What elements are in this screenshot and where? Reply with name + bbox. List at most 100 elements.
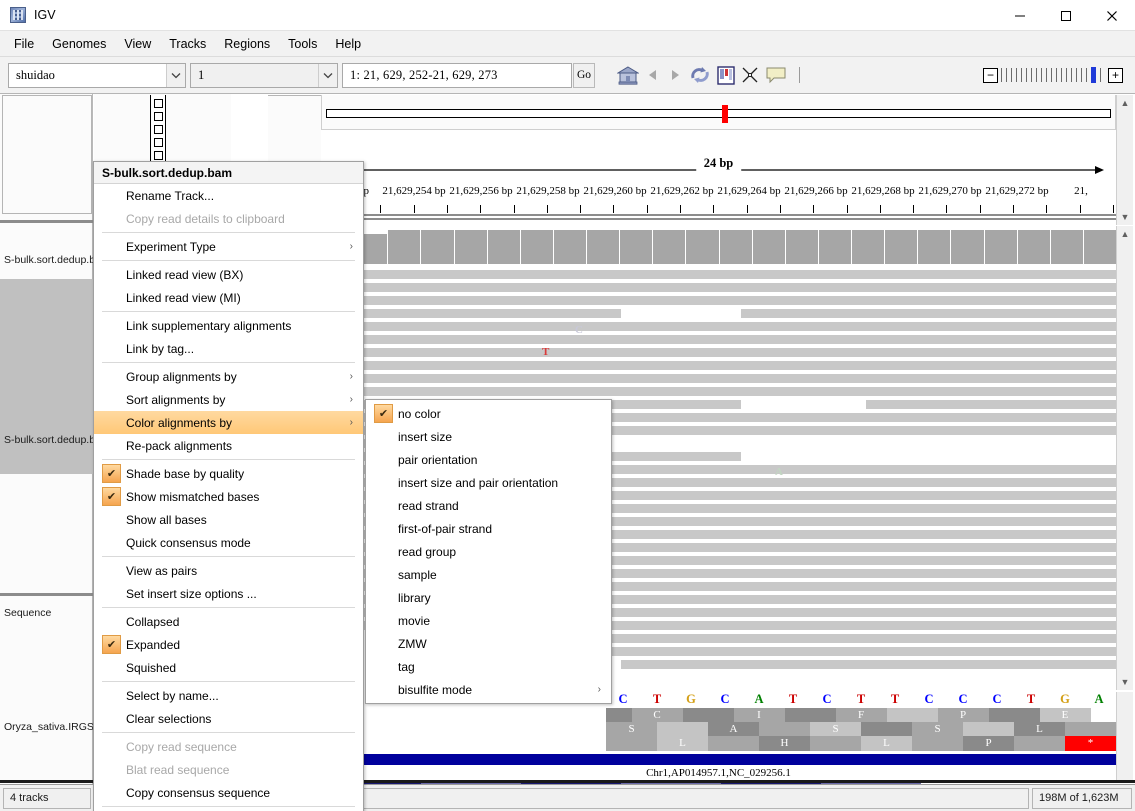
chevron-up-icon[interactable]: ▲ xyxy=(1121,226,1130,242)
menu-item-show-all-bases[interactable]: Show all bases xyxy=(94,508,363,531)
menu-item-first-of-pair-strand[interactable]: first-of-pair strand xyxy=(366,517,611,540)
menu-item-linked-read-view-bx[interactable]: Linked read view (BX) xyxy=(94,263,363,286)
attribute-square[interactable] xyxy=(154,112,163,121)
minimize-icon[interactable] xyxy=(997,0,1043,31)
zoom-tick[interactable] xyxy=(1026,68,1027,82)
menu-item-sample[interactable]: sample xyxy=(366,563,611,586)
menu-genomes[interactable]: Genomes xyxy=(44,34,114,54)
region-tool-icon[interactable] xyxy=(717,60,735,90)
zoom-tick[interactable] xyxy=(1021,68,1022,82)
alignment-read[interactable] xyxy=(321,348,1116,357)
menu-item-insert-size-and-pair-orientation[interactable]: insert size and pair orientation xyxy=(366,471,611,494)
back-arrow-icon[interactable] xyxy=(645,60,661,90)
menu-item-rename-track[interactable]: Rename Track... xyxy=(94,184,363,207)
zoom-slider-thumb[interactable] xyxy=(1091,67,1096,83)
menu-item-sort-alignments-by[interactable]: Sort alignments by › xyxy=(94,388,363,411)
menu-item-pair-orientation[interactable]: pair orientation xyxy=(366,448,611,471)
alignment-read[interactable] xyxy=(321,270,1116,279)
alignment-read[interactable] xyxy=(321,374,1116,383)
menu-item-zmw[interactable]: ZMW xyxy=(366,632,611,655)
zoom-tick-track[interactable] xyxy=(1001,67,1105,83)
menu-item-group-alignments-by[interactable]: Group alignments by › xyxy=(94,365,363,388)
menu-item-expanded[interactable]: ✔ Expanded xyxy=(94,633,363,656)
locus-input[interactable]: 1: 21, 629, 252-21, 629, 273 xyxy=(342,62,572,88)
zoom-tick[interactable] xyxy=(1061,68,1062,82)
alignment-read[interactable] xyxy=(321,309,621,318)
menu-item-color-alignments-by[interactable]: Color alignments by › xyxy=(94,411,363,434)
menu-tools[interactable]: Tools xyxy=(280,34,325,54)
color-alignments-submenu[interactable]: ✔ no color insert size pair orientation inse… xyxy=(365,399,612,704)
menu-file[interactable]: File xyxy=(6,34,42,54)
menu-item-view-as-pairs[interactable]: View as pairs xyxy=(94,559,363,582)
menu-tracks[interactable]: Tracks xyxy=(161,34,214,54)
menu-item-bisulfite-mode[interactable]: bisulfite mode › xyxy=(366,678,611,701)
zoom-tick[interactable] xyxy=(1071,68,1072,82)
menu-item-read-strand[interactable]: read strand xyxy=(366,494,611,517)
menu-item-set-insert-size-options[interactable]: Set insert size options ... xyxy=(94,582,363,605)
chromosome-selector[interactable]: 1 xyxy=(190,62,338,88)
menu-item-read-group[interactable]: read group xyxy=(366,540,611,563)
zoom-in-button[interactable]: + xyxy=(1108,67,1123,83)
chevron-down-icon[interactable]: ▼ xyxy=(1121,674,1130,690)
genome-selector[interactable]: shuidao xyxy=(8,62,186,88)
forward-arrow-icon[interactable] xyxy=(667,60,683,90)
zoom-tick[interactable] xyxy=(1086,68,1087,82)
zoom-tick[interactable] xyxy=(1066,68,1067,82)
ideogram-scrollbar[interactable]: ▲ xyxy=(1116,95,1133,130)
ruler-scrollbar[interactable]: ▼ xyxy=(1116,130,1133,225)
alignment-read[interactable] xyxy=(866,400,1116,409)
alignment-scrollbar[interactable]: ▲ ▼ xyxy=(1116,226,1133,690)
menu-item-show-mismatched-bases[interactable]: ✔ Show mismatched bases xyxy=(94,485,363,508)
menu-item-movie[interactable]: movie xyxy=(366,609,611,632)
chromosome-ideogram[interactable] xyxy=(321,95,1116,130)
fit-to-window-icon[interactable] xyxy=(741,60,759,90)
go-button[interactable]: Go xyxy=(573,62,596,88)
attribute-square[interactable] xyxy=(154,138,163,147)
menu-item-clear-selections[interactable]: Clear selections xyxy=(94,707,363,730)
alignment-read[interactable] xyxy=(621,660,1116,669)
track-name-label[interactable]: S-bulk.sort.dedup.b xyxy=(4,254,95,266)
zoom-tick[interactable] xyxy=(1031,68,1032,82)
attribute-square[interactable] xyxy=(154,125,163,134)
chevron-up-icon[interactable]: ▲ xyxy=(1121,95,1130,111)
tooltip-icon[interactable] xyxy=(765,60,787,90)
alignment-read[interactable] xyxy=(321,283,1116,292)
menu-item-insert-size[interactable]: insert size xyxy=(366,425,611,448)
menu-item-no-color[interactable]: ✔ no color xyxy=(366,402,611,425)
coverage-track[interactable] xyxy=(321,226,1116,264)
menu-item-re-pack-alignments[interactable]: Re-pack alignments xyxy=(94,434,363,457)
zoom-tick[interactable] xyxy=(1011,68,1012,82)
zoom-tick[interactable] xyxy=(1076,68,1077,82)
menu-view[interactable]: View xyxy=(116,34,159,54)
menu-item-quick-consensus-mode[interactable]: Quick consensus mode xyxy=(94,531,363,554)
zoom-tick[interactable] xyxy=(1081,68,1082,82)
track-name-label[interactable]: S-bulk.sort.dedup.b xyxy=(4,434,95,446)
zoom-tick[interactable] xyxy=(1100,68,1101,82)
refresh-icon[interactable] xyxy=(689,60,711,90)
menu-regions[interactable]: Regions xyxy=(216,34,278,54)
chevron-down-icon[interactable]: ▼ xyxy=(1121,209,1130,225)
menu-item-experiment-type[interactable]: Experiment Type › xyxy=(94,235,363,258)
zoom-tick[interactable] xyxy=(1051,68,1052,82)
menu-item-link-supplementary-alignments[interactable]: Link supplementary alignments xyxy=(94,314,363,337)
menu-item-link-by-tag[interactable]: Link by tag... xyxy=(94,337,363,360)
zoom-tick[interactable] xyxy=(1016,68,1017,82)
zoom-tick[interactable] xyxy=(1036,68,1037,82)
home-icon[interactable] xyxy=(617,60,640,90)
close-icon[interactable] xyxy=(1089,0,1135,31)
menu-item-select-by-name[interactable]: Select by name... xyxy=(94,684,363,707)
alignment-read[interactable] xyxy=(321,296,1116,305)
alignment-read[interactable] xyxy=(741,309,1116,318)
attribute-square[interactable] xyxy=(154,151,163,160)
track-context-menu[interactable]: S-bulk.sort.dedup.bam Rename Track... Cop… xyxy=(93,161,364,811)
menu-item-squished[interactable]: Squished xyxy=(94,656,363,679)
track-name-label[interactable]: Oryza_sativa.IRGS xyxy=(4,721,94,733)
menu-item-linked-read-view-mi[interactable]: Linked read view (MI) xyxy=(94,286,363,309)
zoom-tick[interactable] xyxy=(1001,68,1002,82)
menu-help[interactable]: Help xyxy=(327,34,369,54)
zoom-out-button[interactable]: − xyxy=(983,67,998,83)
alignment-read[interactable] xyxy=(321,322,1116,331)
menu-item-shade-base-by-quality[interactable]: ✔ Shade base by quality xyxy=(94,462,363,485)
menu-item-copy-consensus-sequence[interactable]: Copy consensus sequence xyxy=(94,781,363,804)
zoom-tick[interactable] xyxy=(1041,68,1042,82)
